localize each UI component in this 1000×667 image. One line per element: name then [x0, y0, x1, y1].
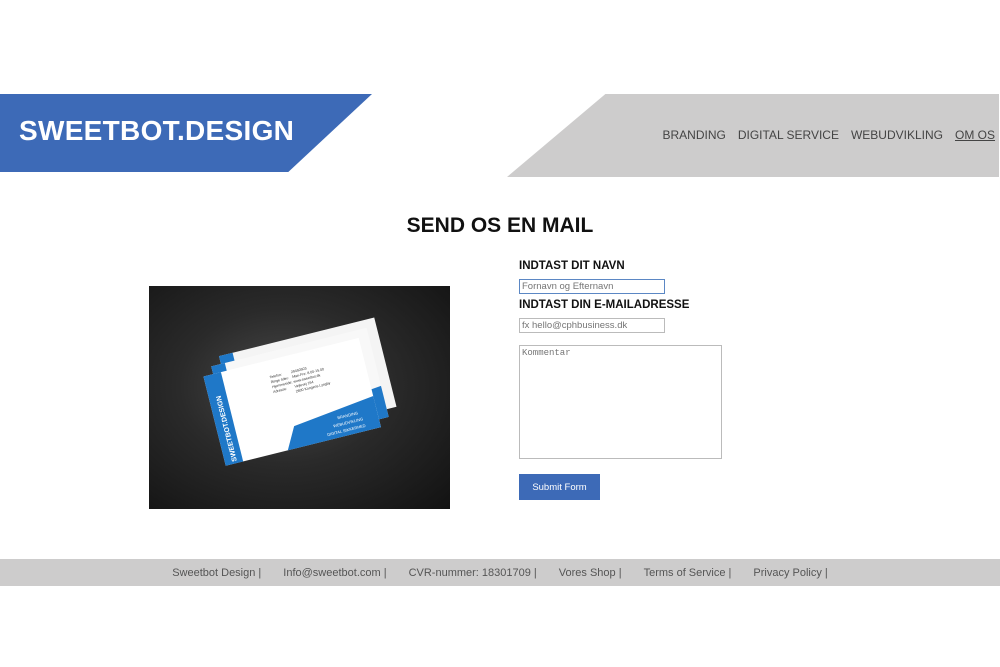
nav-item-digital-service[interactable]: DIGITAL SERVICE: [738, 128, 839, 142]
business-card-image: SWEETBOT.DESIGN Telefon: Ringe tider: Hj…: [149, 286, 450, 509]
main-nav: BRANDING DIGITAL SERVICE WEBUDVIKLING OM…: [662, 128, 995, 142]
name-input[interactable]: [519, 279, 665, 294]
nav-item-webudvikling[interactable]: WEBUDVIKLING: [851, 128, 943, 142]
name-label: INDTAST DIT NAVN: [519, 260, 625, 272]
site-footer: Sweetbot Design | Info@sweetbot.com | CV…: [0, 559, 1000, 586]
footer-item-terms[interactable]: Terms of Service |: [644, 567, 732, 579]
footer-item-cvr: CVR-nummer: 18301709 |: [408, 566, 537, 579]
site-header: SWEETBOT.DESIGN BRANDING DIGITAL SERVICE…: [0, 0, 1000, 180]
business-card-illustration: SWEETBOT.DESIGN Telefon: Ringe tider: Hj…: [203, 317, 397, 466]
nav-item-branding[interactable]: BRANDING: [662, 128, 725, 142]
nav-item-om-os[interactable]: OM OS: [955, 128, 995, 142]
email-label: INDTAST DIN E-MAILADRESSE: [519, 299, 690, 311]
site-logo[interactable]: SWEETBOT.DESIGN: [19, 115, 294, 147]
page-title: SEND OS EN MAIL: [406, 214, 594, 237]
submit-button[interactable]: Submit Form: [519, 474, 600, 500]
footer-item-shop[interactable]: Vores Shop |: [559, 567, 622, 579]
footer-item-email[interactable]: Info@sweetbot.com |: [283, 567, 386, 579]
footer-item-company[interactable]: Sweetbot Design |: [172, 567, 261, 579]
footer-item-privacy[interactable]: Privacy Policy |: [753, 567, 827, 579]
comment-textarea[interactable]: [519, 345, 722, 459]
email-input[interactable]: [519, 318, 665, 333]
